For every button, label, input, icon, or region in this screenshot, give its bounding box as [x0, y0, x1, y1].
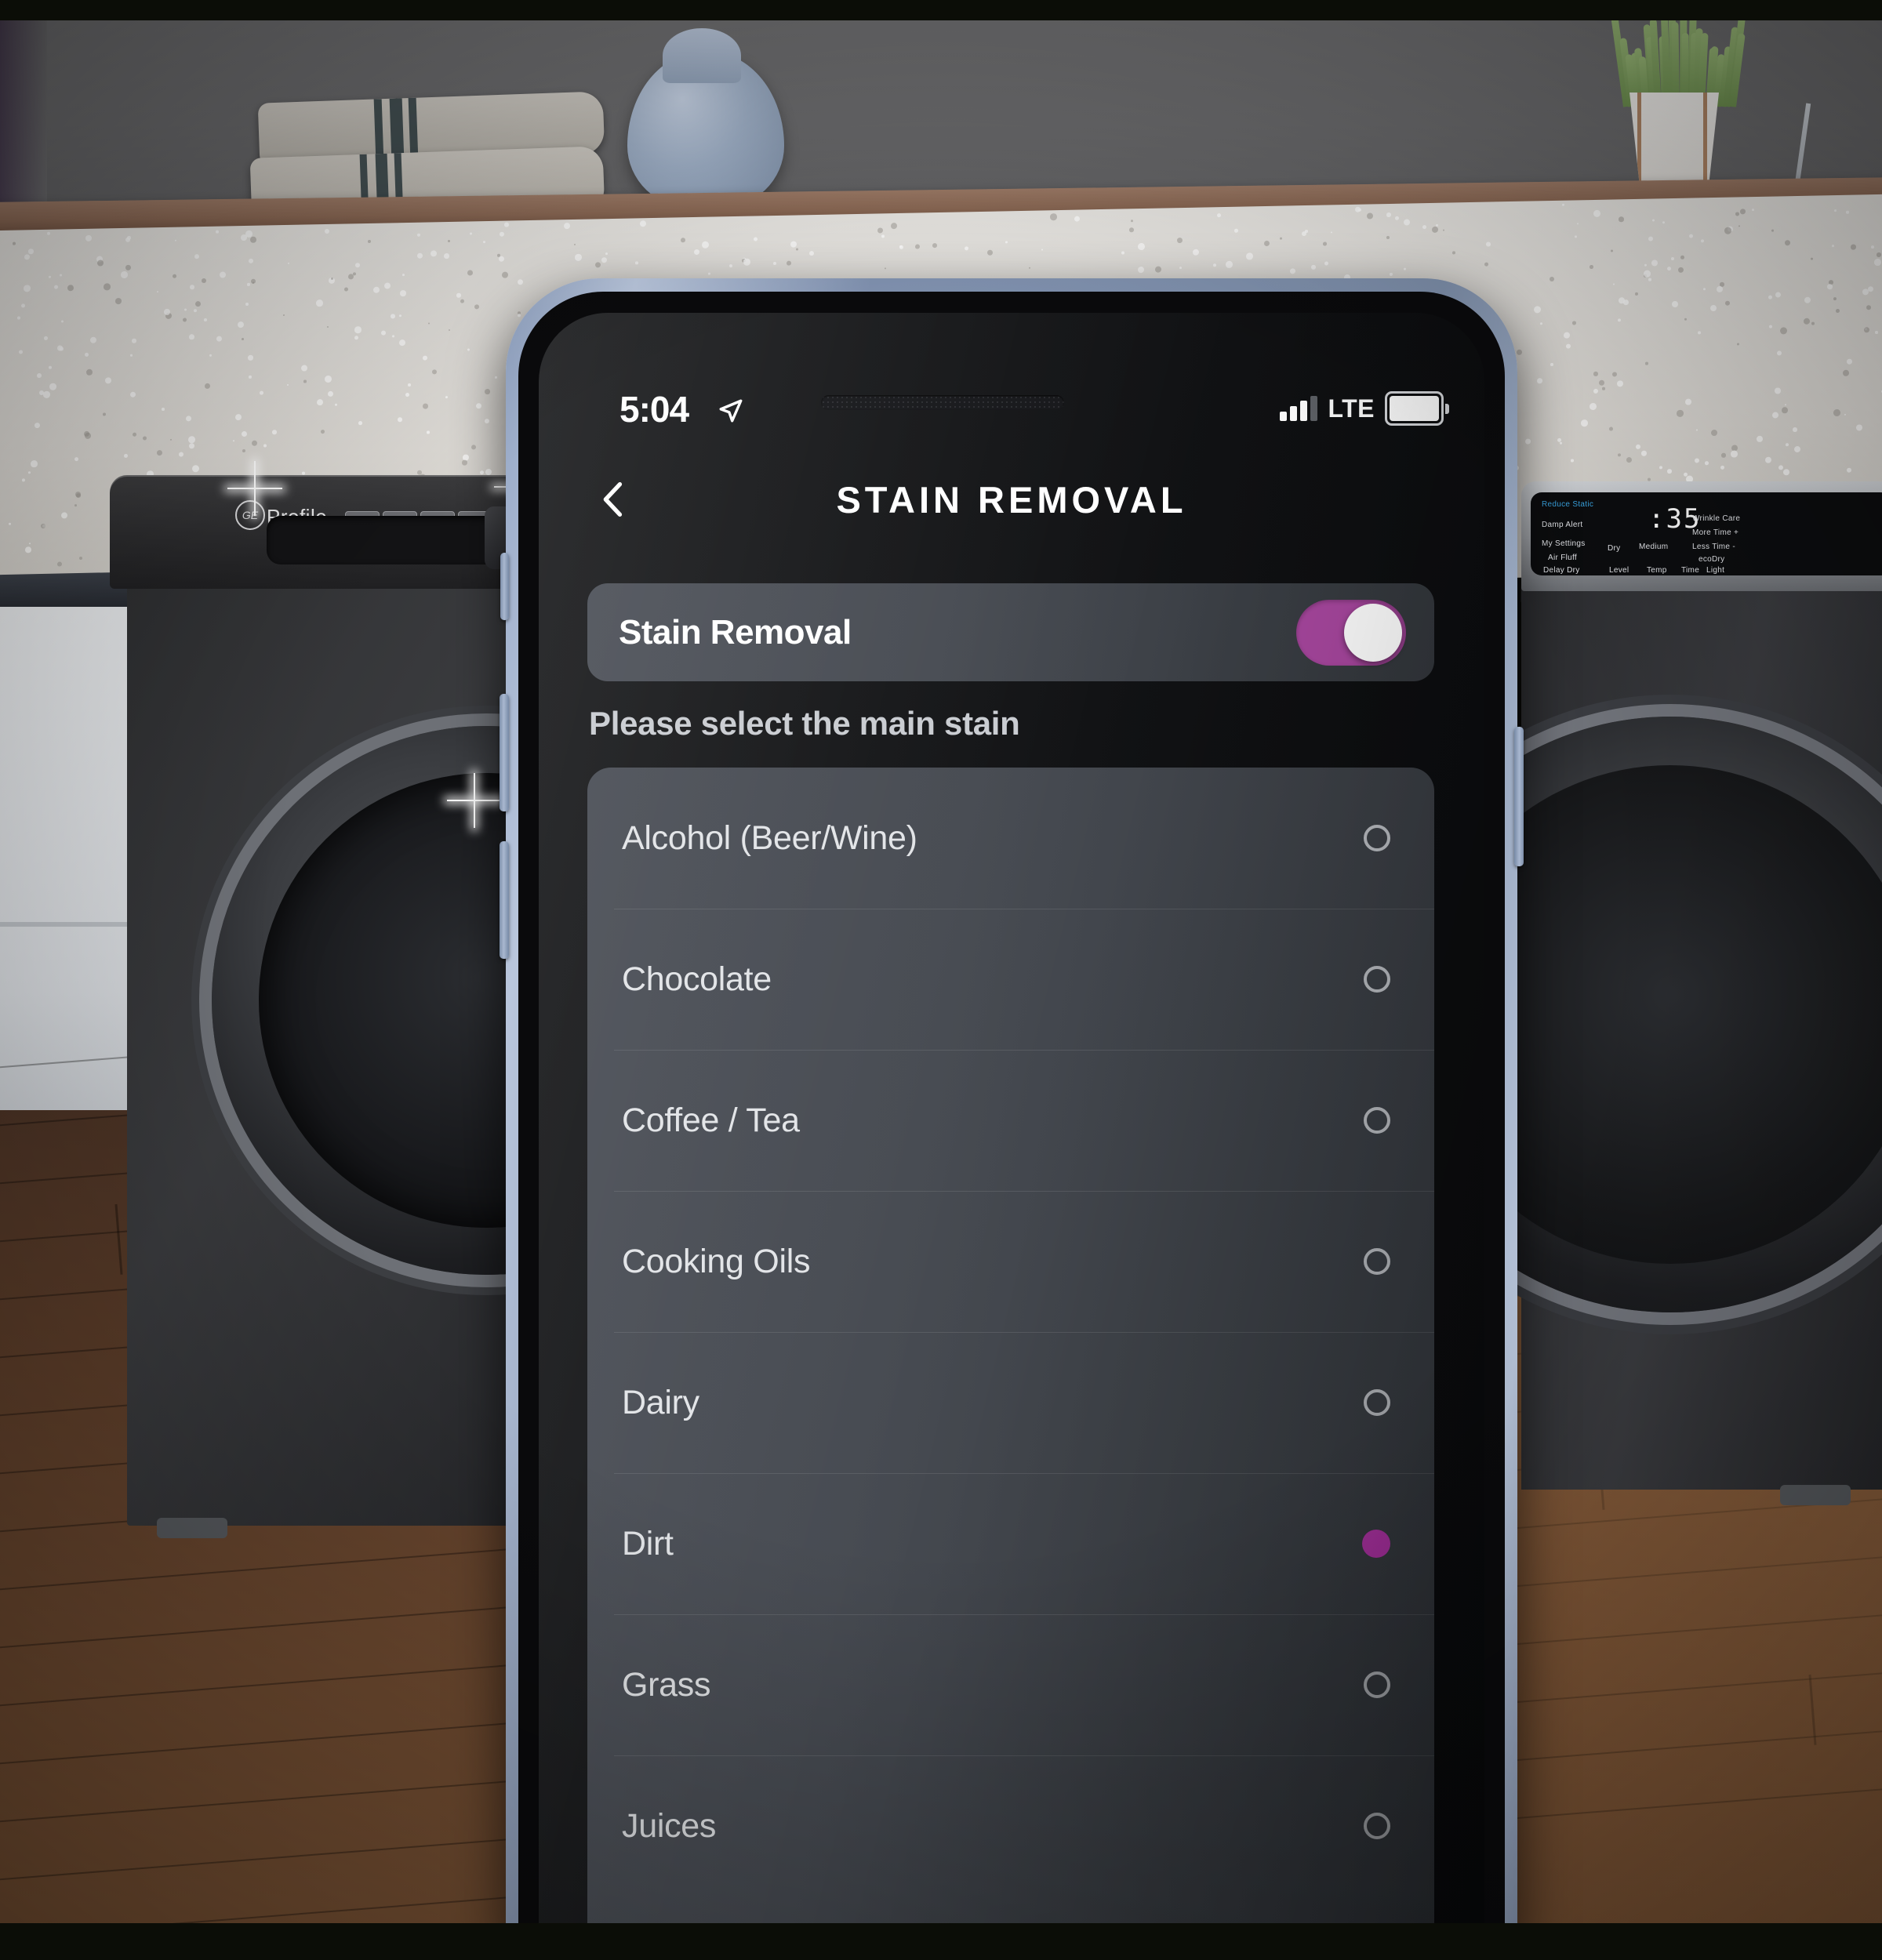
dryer-label: Dry — [1608, 544, 1620, 553]
list-item[interactable]: Dirt — [587, 1473, 1434, 1614]
list-item[interactable]: Cooking Oils — [587, 1191, 1434, 1332]
radio-button[interactable] — [1364, 1248, 1390, 1275]
dryer-label: Time — [1681, 566, 1699, 575]
nav-bar: STAIN REMOVAL — [539, 458, 1484, 544]
switch-knob — [1344, 604, 1402, 662]
status-bar-right: LTE — [1280, 391, 1449, 426]
radio-button[interactable] — [1364, 1107, 1390, 1134]
dryer-label: My Settings — [1542, 539, 1586, 548]
washer-foot — [157, 1518, 227, 1538]
dryer-label: Air Fluff — [1548, 554, 1577, 562]
option-label: Chocolate — [622, 960, 772, 999]
dryer-label: Damp Alert — [1542, 521, 1582, 529]
stain-removal-toggle-label: Stain Removal — [619, 613, 852, 652]
radio-button[interactable] — [1364, 1389, 1390, 1416]
dryer-label: More Time + — [1692, 528, 1738, 537]
option-label: Dirt — [622, 1525, 674, 1563]
radio-button[interactable] — [1364, 825, 1390, 851]
dryer-appliance: Reduce Static :35 Damp Alert My Settings… — [1521, 481, 1882, 1642]
dryer-display: Reduce Static :35 Damp Alert My Settings… — [1531, 492, 1882, 575]
phone-screen: 5:04 LTE STAIN REMOVAL Stain Removal Ple… — [539, 313, 1484, 1940]
dryer-label: Medium — [1639, 543, 1668, 551]
list-item[interactable]: Juices — [587, 1755, 1434, 1896]
dryer-label: Reduce Static — [1542, 500, 1593, 509]
stain-removal-toggle-card[interactable]: Stain Removal — [587, 583, 1434, 681]
radio-button[interactable] — [1364, 1671, 1390, 1698]
radio-button-selected[interactable] — [1362, 1530, 1390, 1558]
pitcher-neck — [663, 28, 741, 83]
section-hint: Please select the main stain — [589, 705, 1020, 742]
option-label: Coffee / Tea — [622, 1102, 800, 1140]
dryer-control-panel: Reduce Static :35 Damp Alert My Settings… — [1521, 481, 1882, 591]
status-bar: 5:04 LTE — [539, 383, 1484, 438]
phone-power-button[interactable] — [1514, 727, 1524, 866]
phone-mute-switch[interactable] — [500, 553, 509, 620]
dryer-label: Temp — [1647, 566, 1667, 575]
screenshot-root: GE Profile Reduce Static — [0, 0, 1882, 1960]
dryer-label: Delay Dry — [1543, 566, 1580, 575]
battery-full-icon — [1385, 391, 1449, 426]
letterbox-bottom — [0, 1923, 1882, 1960]
dryer-label: Less Time - — [1692, 543, 1735, 551]
dryer-foot — [1780, 1485, 1851, 1505]
network-type-label: LTE — [1328, 394, 1375, 423]
option-label: Dairy — [622, 1384, 699, 1422]
status-bar-time: 5:04 — [619, 388, 688, 430]
list-item[interactable]: Alcohol (Beer/Wine) — [587, 768, 1434, 909]
list-item[interactable]: Grass — [587, 1614, 1434, 1755]
dryer-label: Level — [1609, 566, 1629, 575]
phone-device: 5:04 LTE STAIN REMOVAL Stain Removal Ple… — [506, 278, 1517, 1940]
page-title: STAIN REMOVAL — [539, 478, 1484, 521]
list-item[interactable]: Dairy — [587, 1332, 1434, 1473]
earpiece-speaker — [821, 395, 1064, 410]
option-label: Juices — [622, 1807, 716, 1846]
dryer-label: ecoDry — [1699, 555, 1724, 564]
option-label: Alcohol (Beer/Wine) — [622, 819, 917, 858]
stain-removal-switch[interactable] — [1296, 600, 1406, 666]
cellular-signal-icon — [1280, 396, 1317, 421]
stain-options-list: Alcohol (Beer/Wine) Chocolate Coffee / T… — [587, 768, 1434, 1940]
location-arrow-icon — [718, 397, 744, 424]
dryer-label: Wrinkle Care — [1692, 514, 1740, 523]
list-item[interactable]: Coffee / Tea — [587, 1050, 1434, 1191]
phone-volume-down-button[interactable] — [500, 841, 509, 959]
list-item[interactable]: Chocolate — [587, 909, 1434, 1050]
radio-button[interactable] — [1364, 1813, 1390, 1839]
option-label: Grass — [622, 1666, 710, 1704]
radio-button[interactable] — [1364, 966, 1390, 993]
option-label: Cooking Oils — [622, 1243, 810, 1281]
phone-volume-up-button[interactable] — [500, 694, 509, 811]
dryer-label: Light — [1706, 566, 1724, 575]
ge-logo-icon: GE — [235, 500, 265, 530]
letterbox-top — [0, 0, 1882, 20]
